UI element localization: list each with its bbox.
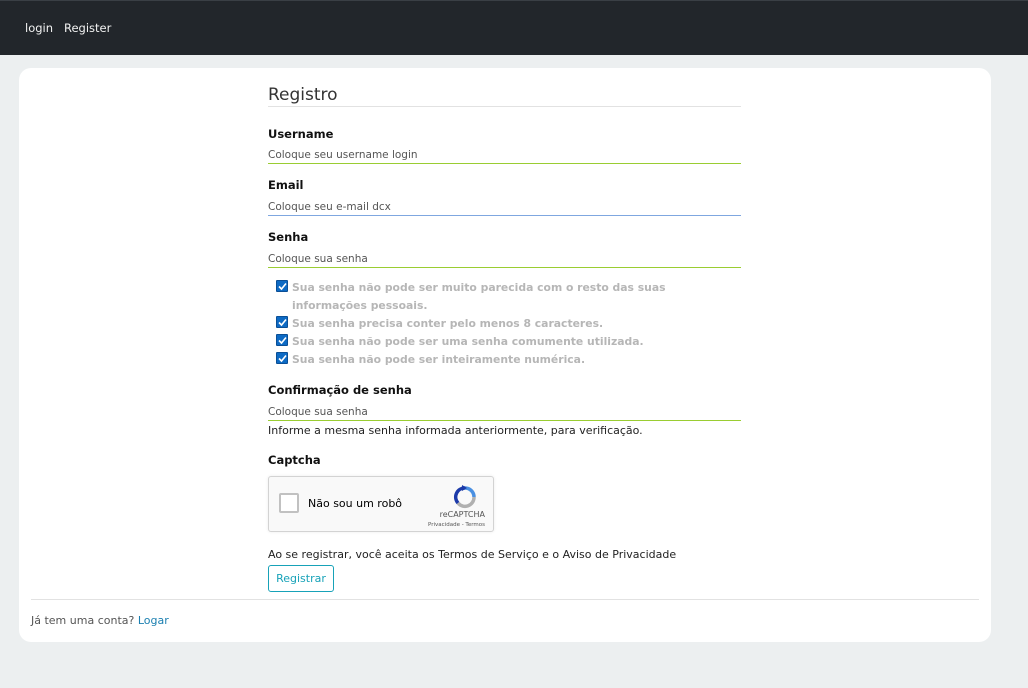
- recaptcha-logo-icon: [453, 485, 476, 509]
- rule-text: Sua senha não pode ser uma senha comumen…: [292, 335, 644, 348]
- rule-text: Sua senha precisa conter pelo menos 8 ca…: [292, 317, 604, 330]
- navbar: login Register: [0, 0, 1028, 55]
- recaptcha-brand: reCAPTCHA: [439, 510, 485, 519]
- confirm-help-text: Informe a mesma senha informada anterior…: [268, 424, 643, 437]
- recaptcha-checkbox[interactable]: [279, 493, 299, 513]
- check-icon: [278, 318, 287, 327]
- rule-text: Sua senha não pode ser inteiramente numé…: [292, 353, 586, 366]
- captcha-label: Captcha: [268, 453, 321, 467]
- footer-prompt: Já tem uma conta?: [31, 614, 135, 627]
- register-button[interactable]: Registrar: [268, 565, 334, 592]
- username-input[interactable]: [268, 147, 741, 164]
- recaptcha-widget: Não sou um robô reCAPTCHA Privacidade - …: [268, 476, 494, 532]
- footer-divider: [31, 599, 979, 600]
- nav-register-link[interactable]: Register: [64, 21, 111, 35]
- password-input[interactable]: [268, 251, 741, 268]
- rule-checkbox[interactable]: [276, 280, 288, 292]
- rule-checkbox[interactable]: [276, 316, 288, 328]
- email-label: Email: [268, 178, 304, 192]
- rule-checkbox[interactable]: [276, 352, 288, 364]
- register-card: Registro Username Email Senha Sua senha …: [19, 68, 991, 642]
- check-icon: [278, 336, 287, 345]
- recaptcha-label: Não sou um robô: [308, 497, 403, 510]
- check-icon: [278, 282, 287, 291]
- check-icon: [278, 354, 287, 363]
- password-label: Senha: [268, 230, 309, 244]
- rule-text: Sua senha não pode ser muito parecida co…: [292, 281, 666, 312]
- page-title: Registro: [268, 85, 338, 105]
- username-label: Username: [268, 127, 334, 141]
- title-divider: [268, 106, 741, 107]
- rule-checkbox[interactable]: [276, 334, 288, 346]
- terms-text: Ao se registrar, você aceita os Termos d…: [268, 548, 677, 561]
- footer: Já tem uma conta? Logar: [31, 614, 169, 627]
- recaptcha-links[interactable]: Privacidade - Termos: [428, 522, 485, 528]
- login-link[interactable]: Logar: [138, 614, 169, 627]
- confirm-password-input[interactable]: [268, 404, 741, 421]
- email-input[interactable]: [268, 199, 741, 216]
- confirm-password-label: Confirmação de senha: [268, 383, 412, 397]
- nav-login-link[interactable]: login: [25, 21, 53, 35]
